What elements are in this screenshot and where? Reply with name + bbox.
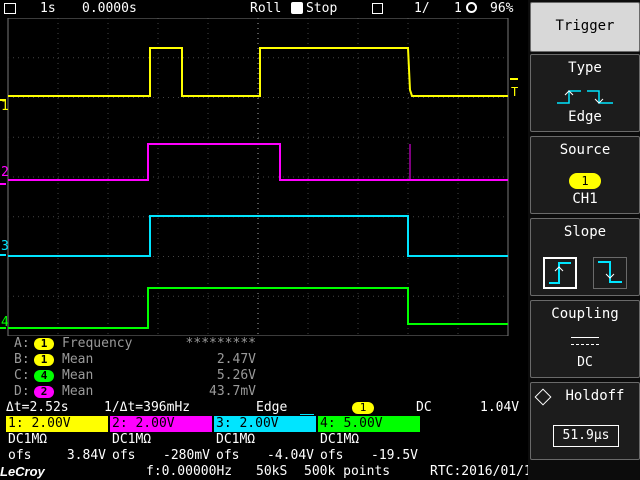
trigger-coupling: DC bbox=[416, 400, 432, 415]
top-status-bar: 1s 0.0000s Roll Stop 1/ 1 96% bbox=[0, 0, 528, 18]
slope-label: Slope bbox=[563, 224, 607, 240]
offset-value: -4.04V bbox=[267, 448, 314, 463]
ch4-marker-bar bbox=[0, 327, 6, 329]
holdoff-value[interactable]: 51.9µs bbox=[553, 425, 619, 447]
source-button[interactable]: Source 1 CH1 bbox=[530, 136, 640, 214]
holdoff-button[interactable]: Holdoff 51.9µs bbox=[530, 382, 640, 460]
channel-scale: 4: 5.00V bbox=[318, 416, 420, 432]
type-label: Type bbox=[568, 60, 602, 76]
coupling-button[interactable]: Coupling DC bbox=[530, 300, 640, 378]
page-value: 1/ bbox=[414, 1, 430, 16]
source-badge: 2 bbox=[34, 386, 54, 398]
rising-slope-icon[interactable] bbox=[543, 257, 577, 289]
ch2-marker-bar bbox=[0, 183, 6, 185]
trigger-type: Edge bbox=[256, 400, 288, 415]
measurement-name: Mean bbox=[62, 368, 94, 383]
measurement-panel: A: 1 Frequency ********* B: 1 Mean 2.47V… bbox=[0, 336, 528, 400]
source-label: Source bbox=[559, 142, 611, 158]
type-button[interactable]: Type Edge bbox=[530, 54, 640, 132]
offset-label: ofs bbox=[320, 448, 344, 463]
record-length: 500k points bbox=[304, 464, 391, 479]
source-badge: 1 bbox=[569, 173, 601, 189]
channel-coupling: DC1MΩ bbox=[216, 432, 256, 447]
timebase-icon bbox=[4, 3, 16, 14]
stop-icon[interactable] bbox=[291, 2, 303, 14]
falling-slope-icon[interactable] bbox=[593, 257, 627, 289]
ch1-marker[interactable]: 1 bbox=[1, 99, 9, 114]
side-menu: Trigger Type Edge Source 1 CH1 Slope Cou… bbox=[528, 0, 640, 480]
brand-logo: LeCroy bbox=[0, 464, 45, 479]
channel-scale: 2: 2.00V bbox=[110, 416, 212, 432]
channel-coupling: DC1MΩ bbox=[112, 432, 152, 447]
page-total: 1 bbox=[454, 1, 462, 16]
type-value: Edge bbox=[568, 109, 602, 125]
trigger-source-badge: 1 bbox=[352, 402, 374, 414]
measurement-slot: D: bbox=[14, 384, 30, 399]
offset-label: ofs bbox=[8, 448, 32, 463]
offset-value: 3.84V bbox=[66, 448, 106, 463]
cursor-trigger-status: Δt=2.52s 1/Δt=396mHz Edge 1 DC 1.04V bbox=[0, 400, 528, 416]
battery-value: 96% bbox=[490, 1, 514, 16]
channel-coupling: DC1MΩ bbox=[320, 432, 360, 447]
ch1-marker-bar bbox=[0, 99, 6, 101]
mode-label[interactable]: Roll bbox=[250, 1, 281, 16]
measurement-row[interactable]: B: 1 Mean 2.47V bbox=[0, 352, 528, 368]
measurement-slot: C: bbox=[14, 368, 30, 383]
coupling-value: DC bbox=[577, 355, 593, 370]
page-icon[interactable] bbox=[372, 3, 383, 14]
measurement-value: 43.7mV bbox=[209, 384, 256, 399]
inverse-delta-t: 1/Δt=396mHz bbox=[104, 400, 191, 415]
offset-value: -19.5V bbox=[371, 448, 418, 463]
ch3-marker-bar bbox=[0, 254, 6, 256]
channel-box-2[interactable]: 2: 2.00V DC1MΩ ofs -280mV bbox=[110, 416, 212, 464]
source-badge: 1 bbox=[34, 338, 54, 350]
measurement-row[interactable]: A: 1 Frequency ********* bbox=[0, 336, 528, 352]
trigger-marker-label: T bbox=[511, 85, 518, 99]
trigger-menu-title[interactable]: Trigger bbox=[530, 2, 640, 52]
trigger-level: 1.04V bbox=[480, 400, 520, 415]
edge-rise-icon bbox=[300, 402, 314, 415]
brightness-icon[interactable] bbox=[466, 2, 477, 13]
offset-value: -280mV bbox=[163, 448, 210, 463]
source-badge: 4 bbox=[34, 370, 54, 382]
trigger-level-marker[interactable] bbox=[510, 78, 518, 80]
measurement-name: Frequency bbox=[62, 336, 133, 351]
source-value: CH1 bbox=[572, 191, 598, 207]
dc-coupling-icon bbox=[571, 337, 599, 345]
timebase-value[interactable]: 1s bbox=[40, 1, 56, 16]
channel-box-1[interactable]: 1: 2.00V DC1MΩ ofs 3.84V bbox=[6, 416, 108, 464]
measurement-slot: B: bbox=[14, 352, 30, 367]
waveform-display: 1 2 3 4 T bbox=[0, 0, 528, 336]
slope-button[interactable]: Slope bbox=[530, 218, 640, 296]
offset-label: ofs bbox=[216, 448, 240, 463]
ch3-marker[interactable]: 3 bbox=[1, 239, 9, 254]
measurement-name: Mean bbox=[62, 352, 94, 367]
offset-label: ofs bbox=[112, 448, 136, 463]
coupling-label: Coupling bbox=[551, 306, 619, 322]
delay-value[interactable]: 0.0000s bbox=[82, 1, 137, 16]
holdoff-label: Holdoff bbox=[565, 388, 625, 404]
measurement-value: ********* bbox=[185, 336, 256, 351]
channel-scale: 1: 2.00V bbox=[6, 416, 108, 432]
measurement-value: 2.47V bbox=[216, 352, 256, 367]
source-badge: 1 bbox=[34, 354, 54, 366]
measurement-value: 5.26V bbox=[216, 368, 256, 383]
sample-rate: 50kS bbox=[256, 464, 288, 479]
channel-box-4[interactable]: 4: 5.00V DC1MΩ ofs -19.5V bbox=[318, 416, 420, 464]
stop-label[interactable]: Stop bbox=[306, 1, 337, 16]
frequency-counter: f:0.00000Hz bbox=[146, 464, 233, 479]
measurement-row[interactable]: D: 2 Mean 43.7mV bbox=[0, 384, 528, 400]
measurement-slot: A: bbox=[14, 336, 30, 351]
delta-t: Δt=2.52s bbox=[6, 400, 69, 415]
channel-coupling: DC1MΩ bbox=[8, 432, 48, 447]
ch2-marker[interactable]: 2 bbox=[1, 165, 9, 180]
menu-title: Trigger bbox=[555, 18, 615, 34]
measurement-name: Mean bbox=[62, 384, 94, 399]
edge-type-icon bbox=[557, 90, 613, 104]
channel-box-3[interactable]: 3: 2.00V DC1MΩ ofs -4.04V bbox=[214, 416, 316, 464]
measurement-row[interactable]: C: 4 Mean 5.26V bbox=[0, 368, 528, 384]
channel-scale: 3: 2.00V bbox=[214, 416, 316, 432]
